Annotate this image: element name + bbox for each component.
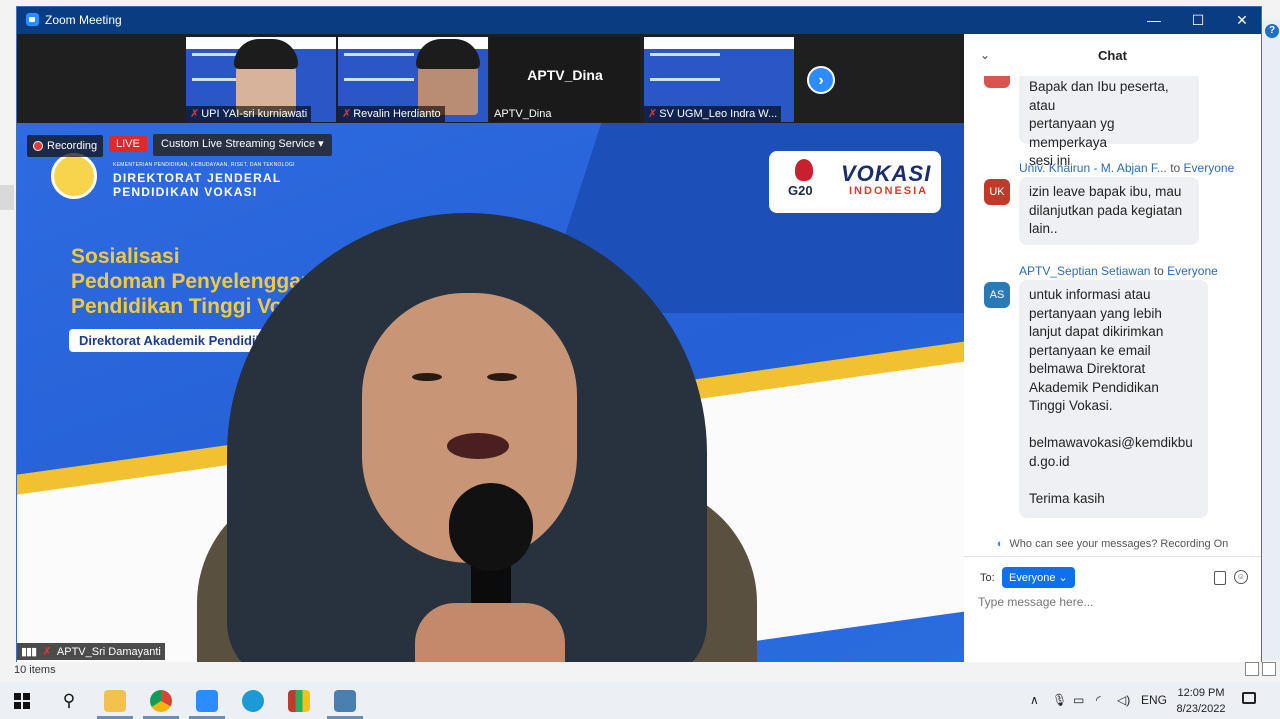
show-hidden-icons-chevron[interactable]: ∧	[1030, 693, 1039, 707]
zoom-taskbar-icon[interactable]	[196, 690, 218, 712]
wifi-icon[interactable]: ◜	[1096, 693, 1101, 707]
signal-bars-icon: ▮▮▮	[21, 646, 37, 658]
muted-mic-icon: ✗	[190, 108, 200, 120]
title-bar: Zoom Meeting — ☐ ✕	[17, 7, 1261, 34]
live-badge: LIVE	[109, 136, 147, 152]
close-button[interactable]: ✕	[1222, 10, 1262, 30]
participant-thumbnail[interactable]: ✗ Revalin Herdianto	[338, 37, 488, 122]
participant-name: UPI YAI-sri kurniawati	[201, 108, 308, 120]
explorer-view-toggles[interactable]	[1245, 662, 1276, 676]
windows-start-icon[interactable]	[14, 693, 30, 709]
slide-title-line1: Sosialisasi	[71, 245, 180, 268]
participant-name: Revalin Herdianto	[353, 108, 441, 120]
large-icons-view-icon[interactable]	[1262, 662, 1276, 676]
clock-time: 12:09 PM	[1177, 687, 1225, 699]
participant-thumbnail[interactable]: ✗ UPI YAI-sri kurniawati	[186, 37, 336, 122]
avatar	[984, 76, 1010, 88]
chat-header: ⌄ Chat	[964, 34, 1261, 76]
muted-mic-icon: ✗	[42, 646, 52, 658]
ministry-logo	[51, 153, 97, 199]
chat-title: Chat	[1098, 48, 1127, 63]
explorer-status-items: 10 items	[14, 664, 56, 676]
active-speaker-video: KEMENTERIAN PENDIDIKAN, KEBUDAYAAN, RISE…	[17, 123, 964, 662]
ministry-name-line2: PENDIDIKAN VOKASI	[113, 185, 258, 199]
archive-app-icon[interactable]	[288, 690, 310, 712]
maximize-button[interactable]: ☐	[1178, 10, 1218, 30]
participant-name: APTV_Dina	[494, 108, 552, 120]
muted-mic-icon: ✗	[648, 108, 658, 120]
ministry-small-text: KEMENTERIAN PENDIDIKAN, KEBUDAYAAN, RISE…	[113, 162, 295, 168]
background-explorer-edge	[1262, 20, 1280, 660]
ministry-name-line1: DIREKTORAT JENDERAL	[113, 171, 282, 185]
chat-message-bubble: Bapak dan Ibu peserta, atau pertanyaan y…	[1019, 76, 1199, 168]
live-streaming-service-dropdown[interactable]: Custom Live Streaming Service ▾	[153, 134, 332, 156]
chat-message-bubble: untuk informasi atau pertanyaan yang leb…	[1019, 280, 1208, 518]
image-viewer-icon[interactable]	[334, 690, 356, 712]
background-sidebar-selection	[0, 185, 14, 210]
participant-display-name: APTV_Dina	[527, 67, 603, 83]
zoom-meeting-window: Zoom Meeting — ☐ ✕ ✗ UPI YAI-sri kurniawa…	[16, 6, 1262, 662]
stream-service-label: Custom Live Streaming Service	[161, 138, 316, 150]
participant-thumbnail[interactable]: APTV_Dina APTV_Dina	[490, 37, 640, 122]
speaker-hand	[415, 603, 565, 662]
windows-taskbar: ⚲ ∧ 🎙 ▭ ◜ ◁) ENG 12:09 PM 8/23/2022	[0, 682, 1280, 719]
recording-indicator[interactable]: Recording	[27, 135, 104, 157]
to-label: To:	[980, 572, 995, 584]
search-icon[interactable]: ⚲	[58, 690, 80, 712]
edge-icon[interactable]	[242, 690, 264, 712]
chat-message-list[interactable]: Bapak dan Ibu peserta, atau pertanyaan y…	[964, 76, 1261, 528]
participant-name: SV UGM_Leo Indra W...	[659, 108, 778, 120]
g20-logo: G20	[787, 159, 821, 203]
event-logo-card: G20 VOKASI INDONESIA	[769, 151, 941, 213]
battery-icon[interactable]: ▭	[1073, 693, 1084, 707]
chat-message-sender: Univ. Khairun - M. Abjan F... to Everyon…	[1019, 161, 1235, 175]
person-info-icon: ◐	[996, 538, 1004, 550]
window-title: Zoom Meeting	[45, 13, 122, 27]
help-icon[interactable]: ?	[1265, 24, 1279, 38]
participant-thumbnail-strip: ✗ UPI YAI-sri kurniawati ✗ Revalin Herdian…	[17, 34, 964, 123]
microphone-icon[interactable]: 🎙	[1052, 693, 1067, 707]
emoji-icon[interactable]: ☺	[1234, 570, 1248, 584]
avatar: AS	[984, 282, 1010, 308]
chat-panel: ⌄ Chat Bapak dan Ibu peserta, atau perta…	[964, 34, 1261, 662]
file-explorer-icon[interactable]	[104, 690, 126, 712]
speaker-name: APTV_Sri Damayanti	[56, 646, 161, 658]
recipient-dropdown[interactable]: Everyone ⌄	[1002, 567, 1075, 588]
language-indicator[interactable]: ENG	[1141, 693, 1167, 707]
chat-message-bubble: izin leave bapak ibu, mau dilanjutkan pa…	[1019, 177, 1199, 245]
chat-message-sender: APTV_Septian Setiawan to Everyone	[1019, 264, 1218, 278]
volume-icon[interactable]: ◁)	[1117, 693, 1130, 707]
chevron-down-icon: ▾	[318, 138, 324, 150]
vokasi-logo: VOKASI	[841, 161, 932, 186]
avatar: UK	[984, 179, 1010, 205]
muted-mic-icon: ✗	[342, 108, 352, 120]
minimize-button[interactable]: —	[1134, 10, 1174, 30]
chat-message-input[interactable]	[978, 595, 1248, 609]
speaker-name-tag: ▮▮▮ ✗ APTV_Sri Damayanti	[17, 643, 165, 660]
divider	[964, 556, 1261, 557]
vokasi-logo-subtitle: INDONESIA	[849, 185, 929, 197]
recording-dot-icon	[33, 141, 43, 151]
recording-label: Recording	[47, 140, 98, 152]
chrome-icon[interactable]	[150, 690, 172, 712]
system-clock[interactable]: 12:09 PM 8/23/2022	[1172, 685, 1230, 717]
notification-center-icon[interactable]	[1242, 692, 1256, 704]
clock-date: 8/23/2022	[1176, 703, 1226, 715]
next-page-button[interactable]: ›	[807, 66, 835, 94]
message-visibility-notice[interactable]: ◐ Who can see your messages? Recording O…	[964, 538, 1261, 550]
zoom-app-icon	[26, 13, 39, 26]
participant-thumbnail[interactable]: ✗ SV UGM_Leo Indra W...	[644, 37, 794, 122]
file-icon[interactable]	[1214, 571, 1226, 585]
details-view-icon[interactable]	[1245, 662, 1259, 676]
